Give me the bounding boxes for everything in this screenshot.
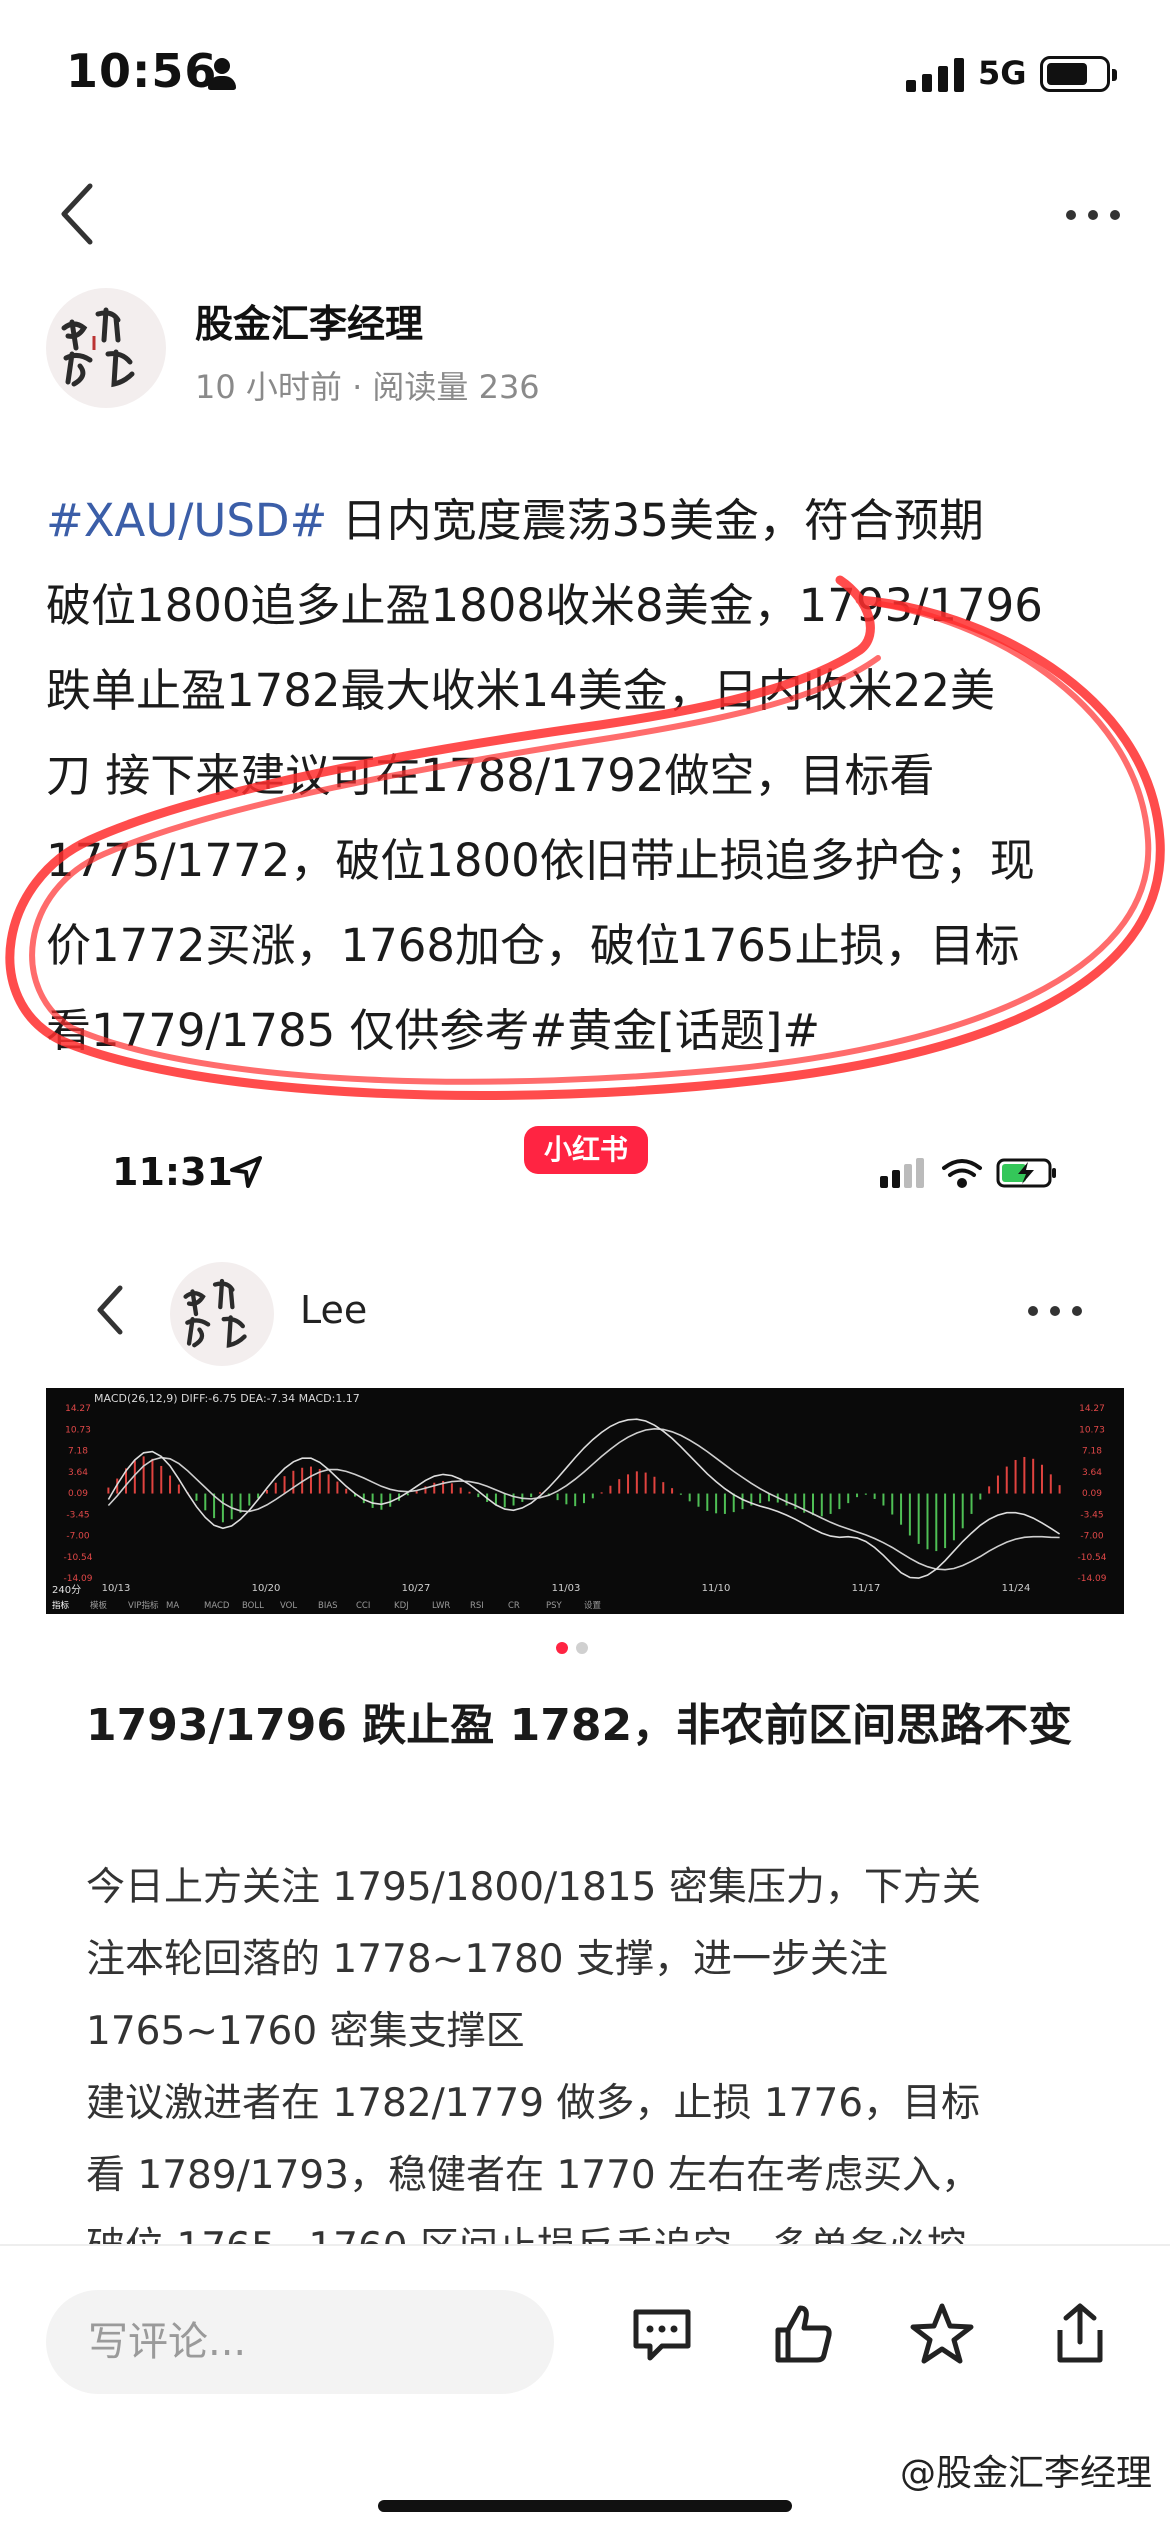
post-line: 看1779/1785 仅供参考#黄金[话题]#: [46, 1004, 821, 1057]
star-icon[interactable]: [908, 2300, 976, 2368]
period-label: 240分: [52, 1584, 81, 1596]
x-tick-label: 10/27: [402, 1583, 431, 1594]
embedded-status-time: 11:31: [112, 1150, 233, 1194]
watermark: @股金汇李经理: [899, 2453, 1152, 2494]
y-tick-label: -3.45: [66, 1510, 89, 1520]
x-tick-label: 11/17: [852, 1583, 881, 1594]
chart-toolbar-item: MACD: [204, 1601, 230, 1611]
post-line: #XAU/USD# 日内宽度震荡35美金，符合预期: [46, 494, 984, 547]
network-type: 5G: [978, 54, 1027, 92]
chart-toolbar-item: CCI: [356, 1601, 370, 1611]
like-icon[interactable]: [770, 2300, 838, 2368]
chart-toolbar-item: BIAS: [318, 1601, 338, 1611]
y-tick-label: -14.09: [1077, 1574, 1106, 1584]
note-line: 注本轮回落的 1778~1780 支撑，进一步关注: [86, 1937, 888, 1982]
battery-charging-icon: [996, 1158, 1056, 1188]
y-tick-label: 0.09: [68, 1489, 88, 1499]
pager-dot-active: [556, 1642, 568, 1654]
chart-toolbar-item: MA: [166, 1601, 179, 1611]
x-tick-label: 11/10: [702, 1583, 731, 1594]
chart-toolbar-item: VIP指标: [128, 1600, 159, 1611]
chart-toolbar-item: LWR: [432, 1601, 450, 1611]
x-tick-label: 10/13: [102, 1583, 131, 1594]
more-options-button[interactable]: [1058, 200, 1128, 230]
note-line: 建议激进者在 1782/1779 做多，止损 1776，目标: [86, 2081, 981, 2126]
post-line: 跌单止盈1782最大收米14美金，日内收米22美: [46, 664, 996, 717]
y-tick-label: -10.54: [1077, 1553, 1106, 1563]
embedded-avatar[interactable]: [170, 1262, 274, 1366]
post-line: 1775/1772，破位1800依旧带止损追多护仓；现: [46, 834, 1035, 887]
battery-icon: [1040, 56, 1117, 92]
chart-toolbar-item: BOLL: [242, 1601, 264, 1611]
macd-chart-svg: MACD(26,12,9) DIFF:-6.75 DEA:-7.34 MACD:…: [52, 1392, 1107, 1611]
author-name[interactable]: 股金汇李经理: [195, 293, 423, 348]
note-line: 1765~1760 密集支撑区: [86, 2009, 525, 2054]
chart-toolbar-item: CR: [508, 1601, 520, 1611]
y-tick-label: 10.73: [1079, 1425, 1105, 1435]
comment-icon[interactable]: [628, 2300, 696, 2368]
share-icon[interactable]: [1046, 2300, 1114, 2368]
post-body: #XAU/USD# 日内宽度震荡35美金，符合预期 破位1800追多止盈1808…: [46, 478, 1136, 1073]
x-tick-label: 11/03: [552, 1583, 581, 1594]
chart-toolbar-item: PSY: [546, 1601, 563, 1611]
chart-toolbar-item: VOL: [280, 1601, 297, 1611]
macd-chart: MACD(26,12,9) DIFF:-6.75 DEA:-7.34 MACD:…: [46, 1388, 1124, 1614]
embedded-status-icons: [878, 1152, 1078, 1192]
status-bar: 10:56 5G: [0, 0, 1170, 150]
note-body: 今日上方关注 1795/1800/1815 密集压力，下方关 注本轮回落的 17…: [86, 1852, 1106, 2284]
image-pager[interactable]: [556, 1642, 588, 1654]
pager-dot: [576, 1642, 588, 1654]
chart-toolbar-item: RSI: [470, 1601, 484, 1611]
post-line: 破位1800追多止盈1808收米8美金，1793/1796: [46, 579, 1043, 632]
chart-toolbar-item: KDJ: [394, 1601, 409, 1611]
y-tick-label: 14.27: [1079, 1404, 1105, 1414]
wifi-icon: [942, 1159, 982, 1188]
y-tick-label: 7.18: [68, 1447, 88, 1457]
y-tick-label: 3.64: [68, 1468, 88, 1478]
post-line: 价1772买涨，1768加仓，破位1765止损，目标: [46, 919, 1020, 972]
y-tick-label: 0.09: [1082, 1489, 1102, 1499]
y-tick-label: -10.54: [63, 1553, 92, 1563]
x-tick-label: 11/24: [1002, 1583, 1031, 1594]
note-line: 今日上方关注 1795/1800/1815 密集压力，下方关: [86, 1865, 981, 1910]
app-badge: 小红书: [524, 1126, 648, 1174]
comment-input[interactable]: 写评论...: [46, 2290, 554, 2394]
y-tick-label: -7.00: [1080, 1532, 1104, 1542]
location-arrow-icon: [228, 1154, 264, 1190]
y-tick-label: 14.27: [65, 1404, 91, 1414]
post-meta: 10 小时前 · 阅读量 236: [195, 368, 540, 406]
chart-toolbar-item: 设置: [584, 1600, 602, 1611]
person-icon: [206, 58, 236, 92]
chart-toolbar-item: 模板: [90, 1600, 108, 1611]
y-tick-label: 3.64: [1082, 1468, 1102, 1478]
post-line: 刀 接下来建议可在1788/1792做空，目标看: [46, 749, 935, 802]
back-button[interactable]: [50, 178, 110, 248]
cellular-signal-icon: [906, 58, 970, 92]
y-tick-label: 10.73: [65, 1425, 91, 1435]
y-tick-label: -7.00: [66, 1532, 90, 1542]
x-tick-label: 10/20: [252, 1583, 281, 1594]
y-tick-label: -3.45: [1080, 1510, 1103, 1520]
cellular-signal-icon: [880, 1158, 924, 1188]
bottom-action-bar: 写评论... @股金汇李经理: [0, 2244, 1170, 2532]
avatar[interactable]: [46, 288, 166, 408]
y-tick-label: 7.18: [1082, 1447, 1102, 1457]
embedded-back-button[interactable]: [90, 1280, 130, 1340]
embedded-author-name[interactable]: Lee: [300, 1288, 367, 1332]
note-title: 1793/1796 跌止盈 1782，非农前区间思路不变: [86, 1700, 1073, 1751]
embedded-more-button[interactable]: [1010, 1296, 1100, 1326]
home-indicator: [378, 2500, 792, 2512]
chart-indicator-label: MACD(26,12,9) DIFF:-6.75 DEA:-7.34 MACD:…: [94, 1392, 360, 1405]
chart-toolbar-item: 指标: [52, 1600, 70, 1611]
hashtag-link[interactable]: #XAU/USD#: [46, 494, 327, 547]
note-line: 看 1789/1793，稳健者在 1770 左右在考虑买入，: [86, 2153, 981, 2198]
y-tick-label: -14.09: [63, 1574, 92, 1584]
status-time: 10:56: [66, 44, 218, 98]
